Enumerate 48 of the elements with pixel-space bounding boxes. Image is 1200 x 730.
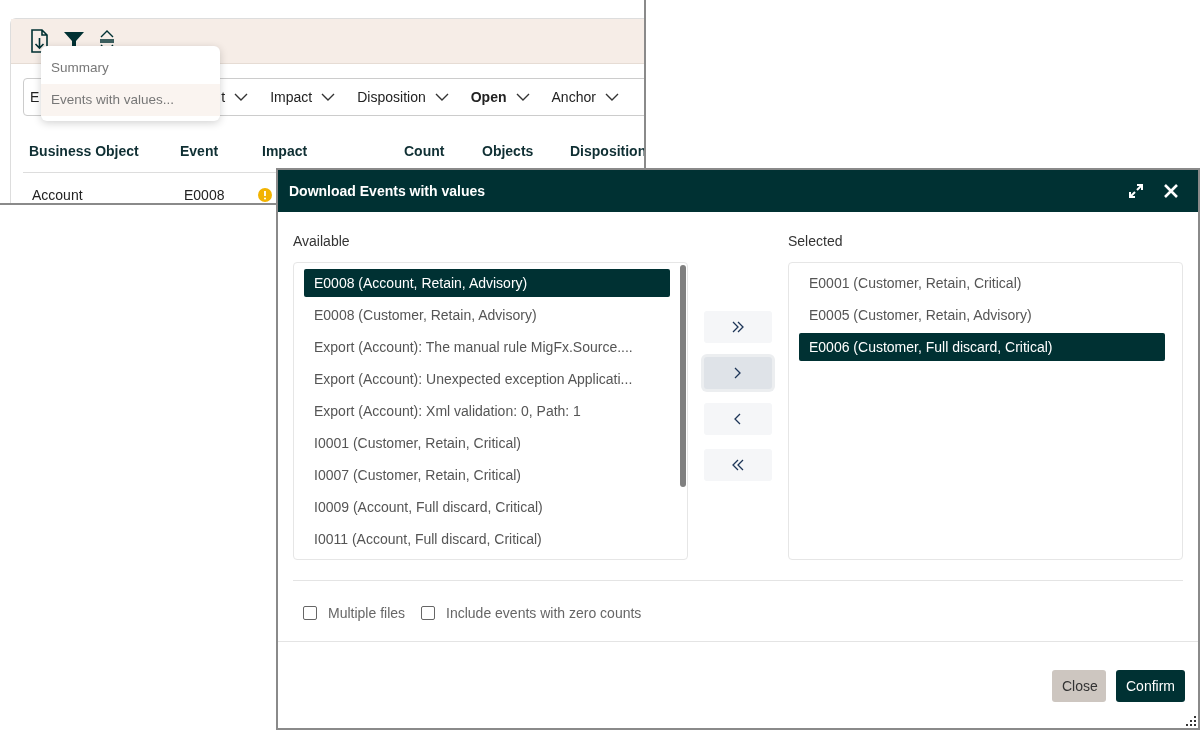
resize-grip-icon[interactable]: [1186, 716, 1196, 726]
double-chevron-right-icon: [731, 321, 745, 333]
list-item[interactable]: Export (Account): Xml validation: 0, Path: 1: [304, 397, 670, 425]
column-header[interactable]: Objects: [476, 143, 564, 159]
menu-item[interactable]: Summary: [41, 52, 220, 84]
list-item[interactable]: Export (Account): Unexpected exception Applicati...: [304, 365, 670, 393]
filter-dropdown[interactable]: Anchor: [551, 89, 596, 105]
list-item[interactable]: E0005 (Customer, Retain, Advisory): [799, 301, 1165, 329]
list-label: Available: [293, 232, 351, 251]
list-item[interactable]: I0011 (Account, Full discard, Critical): [304, 525, 670, 553]
list-item[interactable]: E0008 (Account, Retain, Advisory): [304, 269, 670, 297]
list-item[interactable]: E0001 (Customer, Retain, Critical): [799, 269, 1165, 297]
checkbox-label: Multiple files: [328, 605, 406, 621]
list-item[interactable]: Export (Account): The manual rule MigFx.Source....: [304, 333, 670, 361]
chevron-down-icon[interactable]: [234, 93, 249, 101]
close-button[interactable]: Close: [1052, 670, 1106, 702]
dialog-title: Download Events with values: [289, 183, 486, 199]
column-header[interactable]: Count: [398, 143, 476, 159]
confirm-button[interactable]: Confirm: [1116, 670, 1185, 702]
expand-icon[interactable]: [1128, 183, 1144, 199]
filter-dropdown[interactable]: E: [30, 89, 40, 105]
download-icon[interactable]: [29, 29, 49, 53]
checkbox[interactable]: [421, 606, 436, 620]
filter-dropdown[interactable]: t: [221, 89, 226, 105]
column-header[interactable]: Business Object: [23, 143, 174, 159]
table-cell-text: E0008: [183, 187, 226, 203]
chevron-down-icon[interactable]: [434, 93, 449, 101]
list-item[interactable]: I0009 (Account, Full discard, Critical): [304, 493, 670, 521]
double-chevron-left-icon: [731, 459, 745, 471]
chevron-down-icon[interactable]: [321, 93, 336, 101]
close-icon[interactable]: [1164, 184, 1178, 198]
filter-dropdown[interactable]: Disposition: [357, 89, 426, 105]
column-header[interactable]: Event: [174, 143, 256, 159]
chevron-down-icon[interactable]: [604, 93, 619, 101]
list-label: Selected: [788, 232, 844, 251]
checkbox[interactable]: [303, 606, 317, 620]
list-item[interactable]: I0001 (Customer, Retain, Critical): [304, 429, 670, 457]
column-header[interactable]: Impact: [256, 143, 398, 159]
checkbox-label: Include events with zero counts: [446, 605, 642, 621]
list-item[interactable]: E0008 (Customer, Retain, Advisory): [304, 301, 670, 329]
chevron-down-icon[interactable]: [515, 93, 530, 101]
filter-dropdown[interactable]: Open: [470, 89, 507, 105]
list-item[interactable]: I0007 (Customer, Retain, Critical): [304, 461, 670, 489]
scrollbar[interactable]: [680, 265, 686, 487]
menu-item[interactable]: Events with values...: [41, 84, 220, 116]
filter-dropdown[interactable]: Impact: [270, 89, 313, 105]
table-cell-text: Account: [31, 187, 84, 203]
list-item[interactable]: E0006 (Customer, Full discard, Critical): [799, 333, 1165, 361]
